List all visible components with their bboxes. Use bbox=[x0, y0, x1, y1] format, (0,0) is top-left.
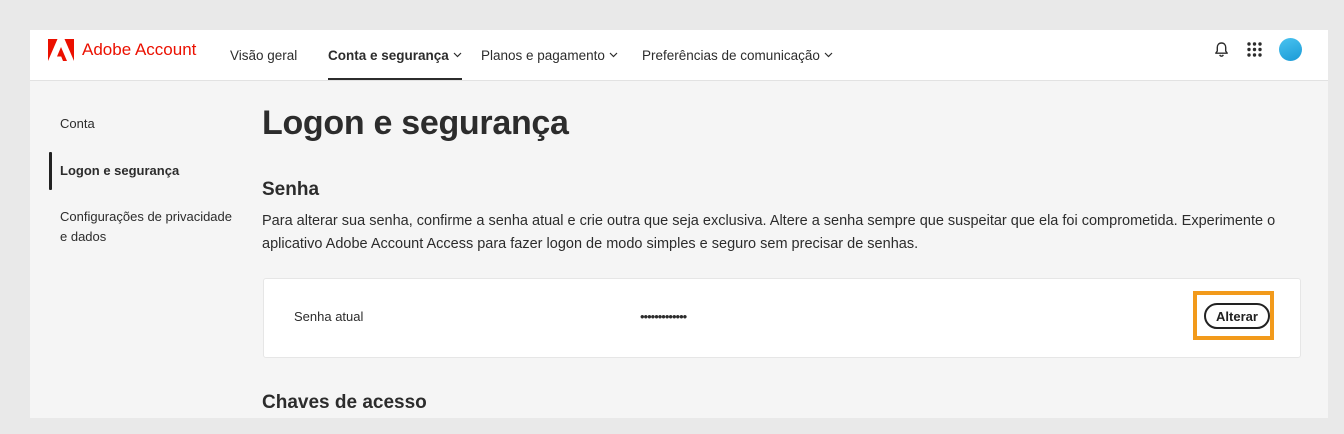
sidebar-item-account[interactable]: Conta bbox=[60, 114, 95, 134]
sidebar-active-indicator bbox=[49, 152, 52, 190]
sidebar-item-logon-security[interactable]: Logon e segurança bbox=[60, 161, 179, 181]
passkeys-section-title: Chaves de acesso bbox=[262, 392, 427, 413]
nav-tab-label: Planos e pagamento bbox=[481, 47, 605, 63]
header-actions bbox=[1213, 38, 1302, 61]
brand-logo-link[interactable]: Adobe Account bbox=[48, 39, 196, 61]
chevron-down-icon bbox=[609, 52, 618, 58]
current-password-label: Senha atual bbox=[294, 309, 364, 324]
nav-tab-communication-preferences[interactable]: Preferências de comunicação bbox=[642, 30, 833, 80]
nav-tab-label: Conta e segurança bbox=[328, 47, 449, 63]
password-section-title: Senha bbox=[262, 179, 320, 200]
page-title: Logon e segurança bbox=[262, 104, 569, 142]
chevron-down-icon bbox=[824, 52, 833, 58]
sidebar-item-privacy-data[interactable]: Configurações de privacidade e dados bbox=[60, 207, 235, 247]
button-highlight-outline: Alterar bbox=[1193, 291, 1274, 340]
nav-tab-account-security[interactable]: Conta e segurança bbox=[328, 30, 462, 80]
bell-icon[interactable] bbox=[1213, 41, 1230, 58]
chevron-down-icon bbox=[453, 52, 462, 58]
nav-tab-label: Preferências de comunicação bbox=[642, 47, 820, 63]
brand-name: Adobe Account bbox=[82, 40, 197, 59]
avatar[interactable] bbox=[1279, 38, 1302, 61]
top-navigation-bar: Adobe Account Visão geral Conta e segura… bbox=[30, 30, 1328, 81]
current-password-value: ••••••••••••• bbox=[640, 309, 687, 324]
change-password-button[interactable]: Alterar bbox=[1204, 303, 1270, 329]
app-window: Adobe Account Visão geral Conta e segura… bbox=[30, 30, 1328, 418]
nav-tab-overview[interactable]: Visão geral bbox=[230, 30, 297, 80]
nav-tab-plans-payment[interactable]: Planos e pagamento bbox=[481, 30, 618, 80]
sidebar-item-label: Conta bbox=[60, 116, 95, 131]
password-section-description: Para alterar sua senha, confirme a senha… bbox=[262, 213, 1276, 252]
sidebar-item-label: Logon e segurança bbox=[60, 163, 180, 178]
sidebar-item-label: Configurações de privacidade e dados bbox=[60, 209, 232, 244]
adobe-logo-icon bbox=[48, 39, 74, 61]
nav-tab-label: Visão geral bbox=[230, 47, 298, 63]
apps-grid-icon[interactable] bbox=[1246, 41, 1263, 58]
current-password-card: Senha atual ••••••••••••• Alterar bbox=[263, 278, 1301, 358]
